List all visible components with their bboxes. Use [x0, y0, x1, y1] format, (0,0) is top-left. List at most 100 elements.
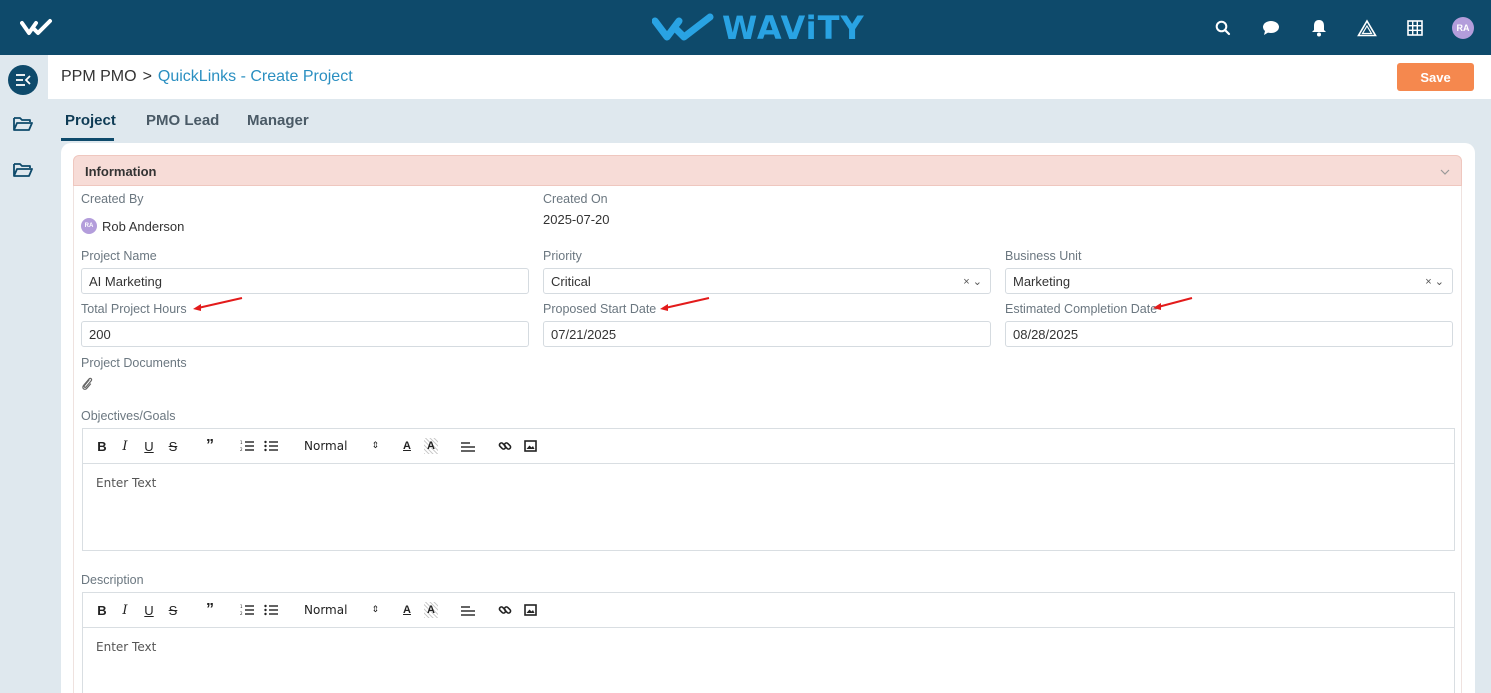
folder-open-icon[interactable]	[13, 116, 33, 132]
annotation-arrow-icon	[660, 297, 710, 311]
breadcrumb-current[interactable]: QuickLinks - Create Project	[158, 68, 353, 85]
bell-icon[interactable]	[1307, 16, 1331, 40]
editor-toolbar: B I U S ” 12 Normal ⇕ A A	[83, 429, 1454, 464]
search-icon[interactable]	[1211, 16, 1235, 40]
format-select[interactable]: Normal ⇕	[304, 602, 379, 618]
tab-manager[interactable]: Manager	[247, 112, 309, 129]
created-by-label: Created By	[81, 192, 144, 206]
wavity-mark-icon	[652, 13, 714, 41]
total-hours-label: Total Project Hours	[81, 302, 187, 316]
bold-icon[interactable]: B	[96, 438, 108, 454]
annotation-arrow-icon	[1153, 297, 1193, 310]
total-hours-input[interactable]: 200	[81, 321, 529, 347]
format-select[interactable]: Normal ⇕	[304, 438, 379, 454]
user-initials: RA	[1452, 17, 1474, 39]
priority-label: Priority	[543, 249, 582, 263]
annotation-arrow-icon	[193, 297, 243, 311]
chevron-down-icon[interactable]	[1439, 166, 1451, 178]
created-on-label: Created On	[543, 192, 608, 206]
save-button[interactable]: Save	[1397, 63, 1474, 91]
business-unit-select[interactable]: Marketing × ⌄	[1005, 268, 1453, 294]
brand-name: WAViTY	[722, 9, 865, 47]
business-unit-label: Business Unit	[1005, 249, 1082, 263]
updown-icon: ⇕	[371, 441, 379, 451]
bold-icon[interactable]: B	[96, 602, 108, 618]
completion-date-label: Estimated Completion Date	[1005, 302, 1158, 316]
chevron-down-icon[interactable]: ⌄	[1435, 276, 1444, 288]
created-by-value: Rob Anderson	[102, 219, 185, 234]
italic-icon[interactable]: I	[119, 602, 131, 618]
updown-icon: ⇕	[371, 605, 379, 615]
ordered-list-icon[interactable]: 12	[240, 438, 254, 454]
underline-icon[interactable]: U	[143, 438, 155, 454]
description-label: Description	[81, 573, 144, 587]
priority-select[interactable]: Critical × ⌄	[543, 268, 991, 294]
editor-placeholder: Enter Text	[96, 640, 157, 654]
project-documents-label: Project Documents	[81, 356, 187, 370]
align-icon[interactable]	[461, 602, 475, 618]
link-icon[interactable]	[498, 438, 512, 454]
breadcrumb: PPM PMO > QuickLinks - Create Project	[61, 68, 353, 86]
svg-text:1: 1	[240, 440, 243, 445]
underline-icon[interactable]: U	[143, 602, 155, 618]
image-icon[interactable]	[523, 602, 537, 618]
background-color-icon[interactable]: A	[424, 438, 438, 454]
align-icon[interactable]	[461, 438, 475, 454]
bullet-list-icon[interactable]	[264, 438, 278, 454]
image-icon[interactable]	[523, 438, 537, 454]
breadcrumb-root[interactable]: PPM PMO	[61, 68, 137, 85]
left-rail	[0, 55, 48, 693]
start-date-input[interactable]: 07/21/2025	[543, 321, 991, 347]
start-date-label: Proposed Start Date	[543, 302, 657, 316]
paperclip-icon[interactable]	[81, 377, 93, 391]
top-navbar: WAViTY RA	[0, 0, 1491, 55]
italic-icon[interactable]: I	[119, 438, 131, 454]
bullet-list-icon[interactable]	[264, 602, 278, 618]
total-hours-value: 200	[89, 327, 111, 342]
blockquote-icon[interactable]: ”	[203, 437, 217, 454]
description-editor: B I U S ” 12 Normal ⇕ A A Enter Text	[82, 592, 1455, 693]
strikethrough-icon[interactable]: S	[167, 602, 179, 618]
completion-date-value: 08/28/2025	[1013, 327, 1079, 342]
triangle-alert-icon[interactable]	[1355, 16, 1379, 40]
breadcrumb-separator: >	[142, 68, 152, 85]
information-section-header[interactable]: Information	[73, 155, 1462, 186]
format-value: Normal	[304, 439, 348, 453]
editor-placeholder: Enter Text	[96, 476, 157, 490]
tab-project[interactable]: Project	[65, 112, 116, 129]
clear-icon[interactable]: ×	[1425, 276, 1431, 288]
chevron-down-icon[interactable]: ⌄	[973, 276, 982, 288]
description-text-area[interactable]: Enter Text	[83, 628, 1454, 693]
tab-pmo-lead[interactable]: PMO Lead	[146, 112, 219, 129]
grid-apps-icon[interactable]	[1403, 16, 1427, 40]
project-name-label: Project Name	[81, 249, 157, 263]
objectives-label: Objectives/Goals	[81, 409, 176, 423]
strikethrough-icon[interactable]: S	[167, 438, 179, 454]
link-icon[interactable]	[498, 602, 512, 618]
user-avatar[interactable]: RA	[1451, 16, 1475, 40]
text-color-icon[interactable]: A	[401, 602, 413, 618]
information-section-body: Created By RA Rob Anderson Created On 20…	[73, 186, 1462, 693]
folder-open-icon[interactable]	[13, 162, 33, 178]
select-controls: × ⌄	[963, 275, 982, 288]
clear-icon[interactable]: ×	[963, 276, 969, 288]
text-color-icon[interactable]: A	[401, 438, 413, 454]
completion-date-input[interactable]: 08/28/2025	[1005, 321, 1453, 347]
project-name-input[interactable]: AI Marketing	[81, 268, 529, 294]
section-title: Information	[85, 164, 157, 179]
collapse-sidebar-icon[interactable]	[8, 65, 38, 95]
svg-text:1: 1	[240, 604, 243, 609]
blockquote-icon[interactable]: ”	[203, 601, 217, 618]
page-header: PPM PMO > QuickLinks - Create Project Save	[48, 55, 1491, 99]
chat-icon[interactable]	[1259, 16, 1283, 40]
start-date-value: 07/21/2025	[551, 327, 617, 342]
priority-value: Critical	[551, 274, 591, 289]
svg-text:2: 2	[240, 447, 243, 452]
app-menu-logo-icon[interactable]	[20, 17, 56, 39]
background-color-icon[interactable]: A	[424, 602, 438, 618]
objectives-text-area[interactable]: Enter Text	[83, 464, 1454, 550]
svg-text:2: 2	[240, 611, 243, 616]
active-tab-indicator	[61, 138, 114, 141]
brand-logo[interactable]: WAViTY	[652, 9, 865, 47]
ordered-list-icon[interactable]: 12	[240, 602, 254, 618]
